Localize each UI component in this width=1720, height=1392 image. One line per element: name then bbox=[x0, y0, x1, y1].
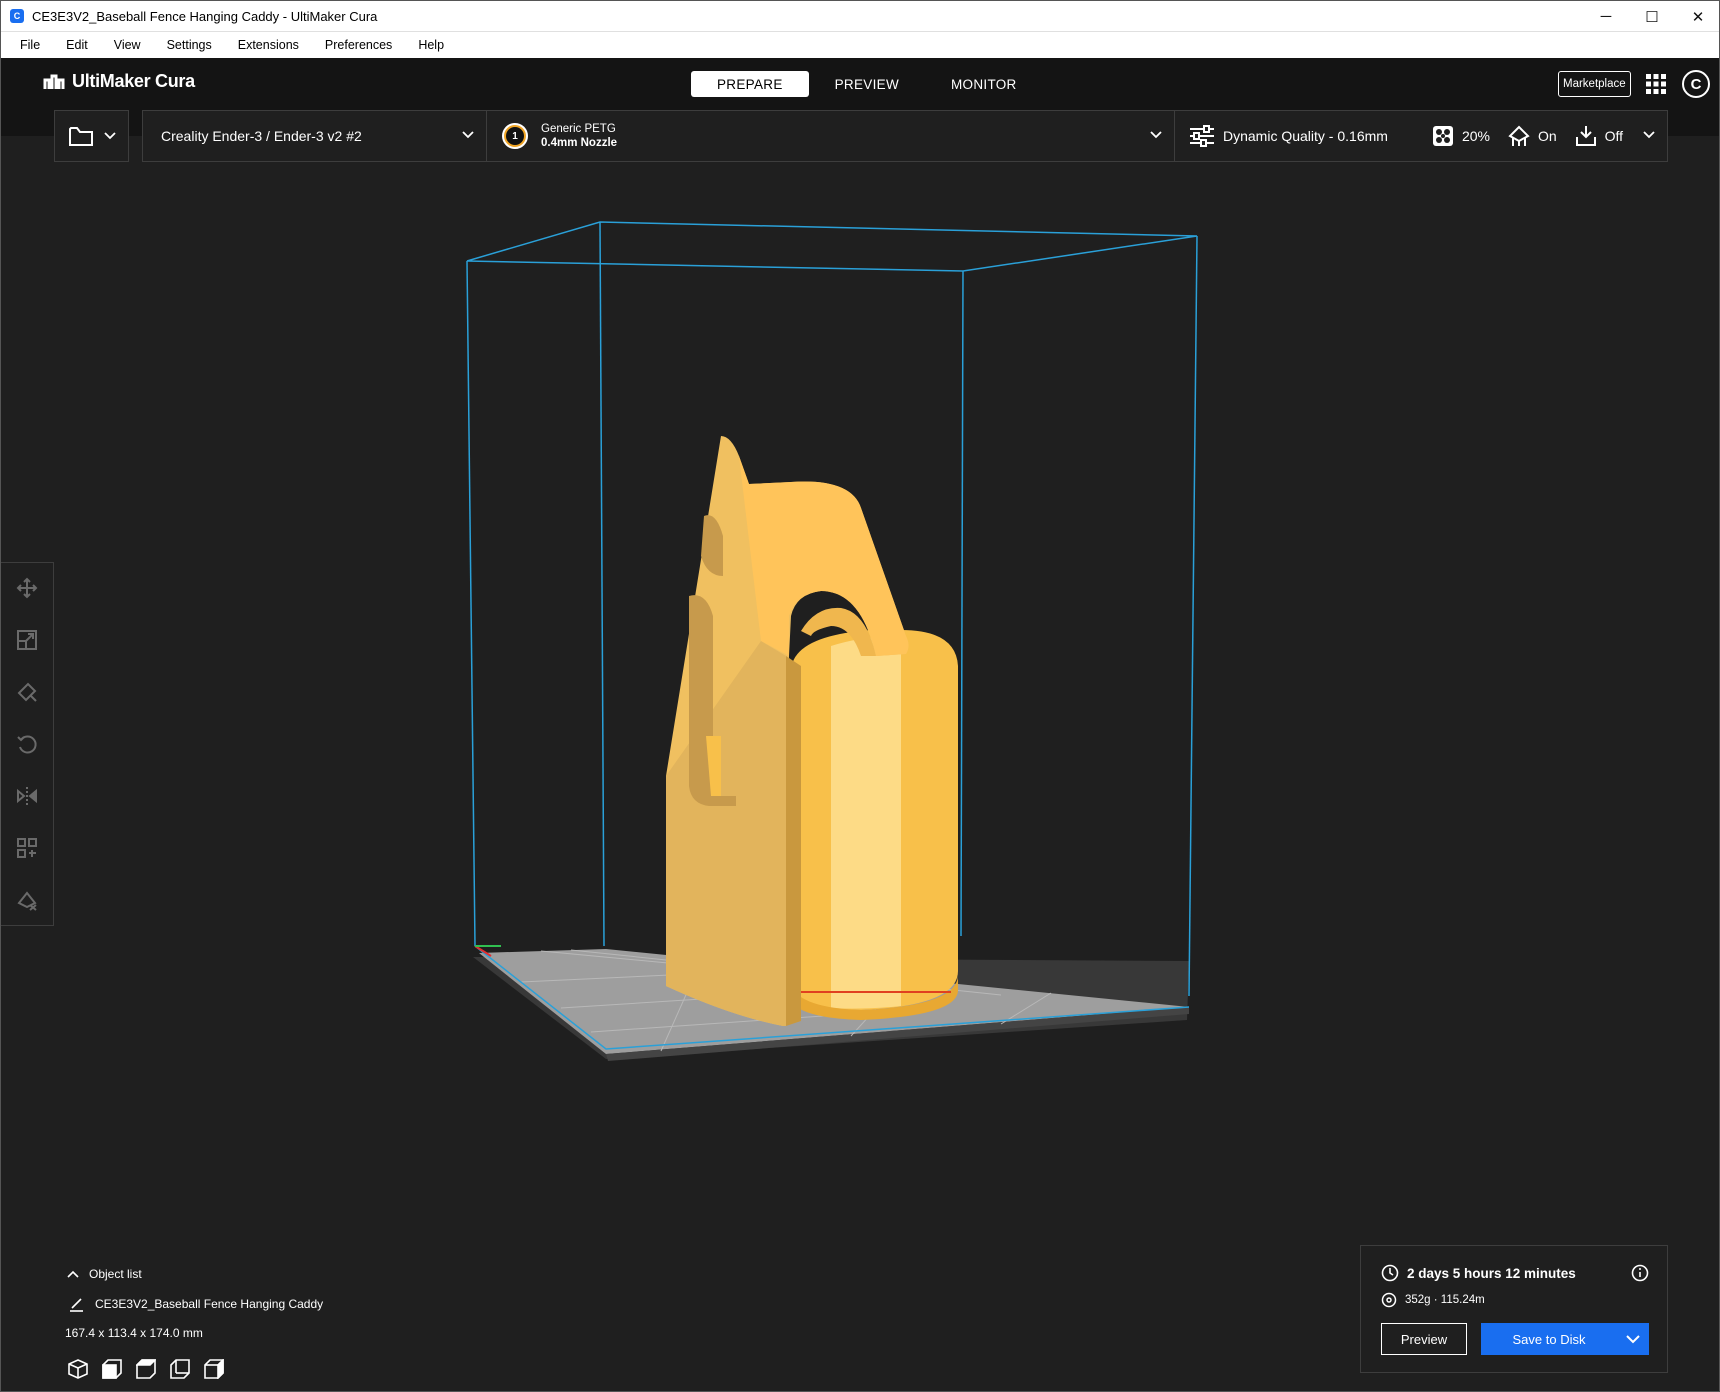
logo: UltiMaker Cura bbox=[43, 71, 195, 92]
support-eraser-icon bbox=[17, 891, 37, 911]
apps-grid-icon[interactable] bbox=[1646, 74, 1666, 94]
clock-icon bbox=[1381, 1264, 1399, 1282]
left-view-icon[interactable] bbox=[170, 1359, 190, 1379]
output-device-dropdown[interactable] bbox=[1617, 1323, 1649, 1355]
title-bar: C CE3E3V2_Baseball Fence Hanging Caddy -… bbox=[1, 1, 1719, 32]
filament-spool-icon bbox=[1381, 1292, 1397, 1308]
object-dimensions: 167.4 x 113.4 x 174.0 mm bbox=[65, 1326, 203, 1340]
window-title: CE3E3V2_Baseball Fence Hanging Caddy - U… bbox=[32, 8, 378, 24]
object-name: CE3E3V2_Baseball Fence Hanging Caddy bbox=[95, 1297, 324, 1311]
tab-prepare[interactable]: PREPARE bbox=[691, 71, 809, 97]
rotate-tool[interactable] bbox=[13, 728, 41, 760]
infill-icon bbox=[1432, 126, 1453, 146]
build-plate-scene[interactable] bbox=[1, 136, 1720, 1392]
mirror-tool[interactable] bbox=[13, 780, 41, 812]
material-name: Generic PETG bbox=[541, 123, 616, 135]
chevron-down-icon bbox=[103, 132, 116, 140]
nozzle-size: 0.4mm Nozzle bbox=[541, 137, 618, 149]
chevron-up-icon bbox=[67, 1270, 79, 1278]
object-list-title: Object list bbox=[89, 1267, 142, 1281]
camera-view-buttons bbox=[68, 1359, 365, 1379]
logo-text: UltiMaker Cura bbox=[72, 71, 195, 91]
rotate-icon bbox=[17, 735, 37, 754]
adhesion-value: Off bbox=[1604, 128, 1624, 144]
material-usage: 352g · 115.24m bbox=[1405, 1294, 1485, 1306]
scale-icon bbox=[17, 630, 37, 650]
printer-name: Creality Ender-3 / Ender-3 v2 #2 bbox=[161, 128, 362, 144]
per-model-settings-icon bbox=[17, 838, 37, 858]
preview-button[interactable]: Preview bbox=[1381, 1323, 1467, 1355]
infill-value: 20% bbox=[1461, 128, 1490, 144]
3d-viewport[interactable] bbox=[1, 136, 1720, 1392]
print-action-panel: 2 days 5 hours 12 minutes 352g · 115.24m… bbox=[1360, 1245, 1668, 1373]
object-list-toggle[interactable]: Object list bbox=[67, 1267, 365, 1281]
menu-help[interactable]: Help bbox=[405, 38, 457, 52]
support-value: On bbox=[1537, 128, 1557, 144]
support-icon bbox=[1508, 125, 1530, 146]
object-list-item[interactable]: CE3E3V2_Baseball Fence Hanging Caddy bbox=[69, 1296, 365, 1312]
menu-edit[interactable]: Edit bbox=[53, 38, 101, 52]
save-to-disk-label: Save to Disk bbox=[1512, 1331, 1586, 1347]
print-settings-selector[interactable]: Dynamic Quality - 0.16mm 20% On Off bbox=[1174, 110, 1668, 162]
maximize-button[interactable]: ☐ bbox=[1629, 1, 1675, 32]
stage-tabs: PREPARE PREVIEW MONITOR bbox=[691, 71, 1043, 97]
per-model-settings-tool[interactable] bbox=[13, 832, 41, 864]
object-list-panel: Object list CE3E3V2_Baseball Fence Hangi… bbox=[65, 1267, 365, 1379]
profile-name: Dynamic Quality - 0.16mm bbox=[1223, 128, 1388, 144]
menu-bar: File Edit View Settings Extensions Prefe… bbox=[1, 32, 1719, 58]
sliders-icon bbox=[1190, 125, 1214, 147]
front-view-icon[interactable] bbox=[102, 1359, 122, 1379]
save-to-disk-button[interactable]: Save to Disk bbox=[1481, 1323, 1649, 1355]
move-tool[interactable] bbox=[13, 572, 41, 604]
support-blocker-tool[interactable] bbox=[13, 676, 41, 708]
menu-preferences[interactable]: Preferences bbox=[312, 38, 405, 52]
extruder-number: 1 bbox=[506, 127, 524, 145]
folder-icon bbox=[68, 127, 93, 146]
chevron-down-icon bbox=[1626, 1334, 1640, 1343]
menu-extensions[interactable]: Extensions bbox=[225, 38, 312, 52]
3d-model[interactable] bbox=[474, 436, 958, 1026]
close-button[interactable]: ✕ bbox=[1675, 1, 1719, 32]
marketplace-button[interactable]: Marketplace bbox=[1558, 71, 1631, 97]
3d-view-icon[interactable] bbox=[68, 1359, 88, 1379]
printer-selector[interactable]: Creality Ender-3 / Ender-3 v2 #2 bbox=[142, 110, 487, 162]
left-toolbar bbox=[1, 562, 54, 926]
pencil-icon bbox=[70, 1298, 83, 1312]
scale-tool[interactable] bbox=[13, 624, 41, 656]
cura-window: C CE3E3V2_Baseball Fence Hanging Caddy -… bbox=[0, 0, 1720, 1392]
window-controls: ─ ☐ ✕ bbox=[1583, 1, 1719, 32]
move-icon bbox=[16, 577, 38, 599]
tab-monitor[interactable]: MONITOR bbox=[925, 71, 1043, 97]
chevron-down-icon bbox=[1150, 131, 1162, 139]
cura-app-icon: C bbox=[10, 9, 24, 23]
chevron-down-icon bbox=[462, 131, 474, 139]
account-avatar[interactable]: C bbox=[1682, 70, 1710, 98]
paint-brush-icon bbox=[17, 682, 37, 702]
ultimaker-logo-icon bbox=[43, 74, 65, 89]
adhesion-icon bbox=[1575, 126, 1596, 146]
minimize-button[interactable]: ─ bbox=[1583, 1, 1629, 32]
chevron-down-icon bbox=[1643, 131, 1655, 139]
mirror-icon bbox=[17, 787, 37, 805]
tab-preview[interactable]: PREVIEW bbox=[809, 71, 925, 97]
open-file-button[interactable] bbox=[54, 110, 129, 162]
info-icon[interactable] bbox=[1631, 1264, 1649, 1282]
support-eraser-tool[interactable] bbox=[13, 884, 41, 916]
top-view-icon[interactable] bbox=[136, 1359, 156, 1379]
right-view-icon[interactable] bbox=[204, 1359, 224, 1379]
menu-view[interactable]: View bbox=[101, 38, 154, 52]
extruder-badge: 1 bbox=[502, 123, 528, 149]
material-selector[interactable]: 1 Generic PETG 0.4mm Nozzle bbox=[486, 110, 1175, 162]
print-time: 2 days 5 hours 12 minutes bbox=[1407, 1265, 1576, 1281]
menu-settings[interactable]: Settings bbox=[154, 38, 225, 52]
menu-file[interactable]: File bbox=[7, 38, 53, 52]
